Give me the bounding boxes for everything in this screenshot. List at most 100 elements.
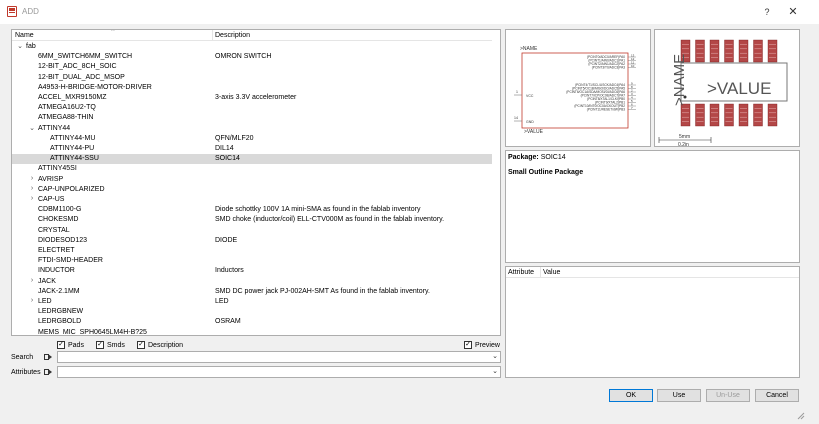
tree-row[interactable]: › JACK	[12, 277, 492, 287]
ok-button[interactable]: OK	[609, 389, 653, 402]
attribute-column-header[interactable]: Attribute	[508, 269, 534, 276]
tree-row[interactable]: ⌄ ATTINY44	[12, 124, 492, 134]
tree-header: Name ⌃ Description	[12, 30, 492, 41]
vcc-pin-number: 1	[516, 90, 518, 94]
help-button[interactable]: ?	[760, 5, 774, 19]
use-button[interactable]: Use	[657, 389, 701, 402]
symbol-pin-group: (PCINT0/ADC0/AREF)PA0 13(PCINT1/AIN0/ADC1…	[566, 54, 636, 112]
column-header-description[interactable]: Description	[215, 32, 250, 39]
unuse-button[interactable]: Un-Use	[706, 389, 750, 402]
tree-row-description: DIL14	[215, 145, 234, 152]
tree-row[interactable]: ELECTRET	[12, 246, 492, 256]
description-checkbox[interactable]: ✓	[137, 341, 145, 349]
package-drawing: >NAME >VALUE 5mm 0.2in	[658, 39, 788, 148]
tree-row-name: fab	[26, 43, 36, 50]
tree-row[interactable]: › CAP-UNPOLARIZED	[12, 185, 492, 195]
tree-row[interactable]: MEMS_MIC_SPH0645LM4H-B?25	[12, 328, 492, 335]
symbol-pin-label: (PCINT3/T0/ADC3)PA3	[592, 66, 625, 70]
header-divider	[212, 30, 213, 41]
expand-chevron-icon[interactable]: ›	[28, 277, 36, 284]
cancel-button[interactable]: Cancel	[755, 389, 799, 402]
package-pad	[695, 103, 705, 127]
tree-row[interactable]: › AVRISP	[12, 175, 492, 185]
tree-row[interactable]: › CAP-US	[12, 195, 492, 205]
tree-row[interactable]: DIODESOD123 DIODE	[12, 236, 492, 246]
column-header-name[interactable]: Name	[15, 32, 34, 39]
tree-row[interactable]: › LED LED	[12, 297, 492, 307]
library-tree[interactable]: Name ⌃ Description ⌄ fab 6MM_SWITCH6MM_SWI…	[11, 29, 501, 336]
tree-row-name: LEDRGBOLD	[38, 318, 82, 326]
close-button[interactable]: ✕	[785, 4, 801, 20]
package-pad	[709, 39, 720, 63]
tree-row[interactable]: JACK-2.1MM SMD DC power jack PJ-002AH-SMT…	[12, 287, 492, 297]
tree-row-description: QFN/MLF20	[215, 134, 254, 142]
tree-row[interactable]: ATTINY44-PU DIL14	[12, 144, 492, 154]
symbol-pin-label: (PCINT11/RESET/dW)PB3	[587, 108, 625, 112]
collapse-chevron-icon[interactable]: ⌄	[16, 42, 24, 50]
expand-chevron-icon[interactable]: ›	[28, 195, 36, 202]
tree-row[interactable]: LEDRGBOLD OSRAM	[12, 317, 492, 327]
search-go-icon[interactable]	[44, 353, 52, 361]
package-pad	[695, 39, 705, 63]
collapse-chevron-icon[interactable]: ⌄	[28, 124, 36, 132]
tree-row[interactable]: A4953-H-BRIDGE-MOTOR-DRIVER	[12, 83, 492, 93]
package-preview: >NAME >VALUE 5mm 0.2in	[654, 29, 800, 148]
tree-rows: ⌄ fab 6MM_SWITCH6MM_SWITCH OMRON SWITCH 12-B…	[12, 42, 492, 335]
preview-label: Preview	[475, 342, 500, 349]
tree-row-description: Diode schottky 100V 1A mini-SMA as found…	[215, 206, 421, 214]
attributes-go-icon[interactable]	[44, 368, 52, 376]
tree-row[interactable]: ATTINY45SI	[12, 164, 492, 174]
sort-chevron-icon: ⌃	[110, 29, 116, 36]
expand-chevron-icon[interactable]: ›	[28, 297, 36, 304]
vcc-pin-label: VCC	[526, 94, 534, 98]
package-label: Package:	[508, 154, 539, 161]
expand-chevron-icon[interactable]: ›	[28, 185, 36, 192]
smds-checkbox[interactable]: ✓	[96, 341, 104, 349]
value-column-header[interactable]: Value	[543, 269, 560, 276]
tree-row-name: ATMEGA88-THIN	[38, 114, 94, 122]
pads-label: Pads	[68, 342, 84, 349]
tree-row-name: CDBM1100-G	[38, 206, 82, 214]
package-pad	[724, 39, 734, 63]
tree-row-description: 3-axis 3.3V accelerometer	[215, 94, 297, 101]
tree-row[interactable]: 12-BIT_ADC_8CH_SOIC	[12, 62, 492, 72]
expand-chevron-icon[interactable]: ›	[28, 175, 36, 182]
attribute-table[interactable]: Attribute Value	[505, 266, 800, 378]
tree-row[interactable]: 6MM_SWITCH6MM_SWITCH OMRON SWITCH	[12, 52, 492, 62]
tree-row-name: ATTINY44-MU	[50, 134, 96, 142]
package-pad	[724, 103, 734, 127]
tree-row[interactable]: ACCEL_MXR9150MZ 3-axis 3.3V accelerometer	[12, 93, 492, 103]
attributes-dropdown-icon[interactable]: ⌄	[492, 367, 498, 375]
tree-row-name: AVRISP	[38, 175, 64, 183]
search-dropdown-icon[interactable]: ⌄	[492, 352, 498, 360]
tree-row-name: ELECTRET	[38, 247, 75, 254]
tree-row[interactable]: ATTINY44-SSU SOIC14	[12, 154, 492, 165]
tree-row[interactable]: ATMEGA88-THIN	[12, 113, 492, 123]
gnd-pin-number: 14	[514, 116, 518, 120]
tree-row-name: ATMEGA16U2-TQ	[38, 104, 96, 112]
tree-row-name: CAP-US	[38, 196, 65, 203]
tree-row[interactable]: FTDI-SMD-HEADER	[12, 256, 492, 266]
tree-row[interactable]: INDUCTOR Inductors	[12, 266, 492, 276]
search-input[interactable]: ⌄	[57, 351, 501, 363]
tree-row[interactable]: ⌄ fab	[12, 42, 492, 52]
preview-checkbox[interactable]: ✓	[464, 341, 472, 349]
symbol-name-label: >NAME	[520, 46, 538, 52]
tree-row-description: SOIC14	[215, 155, 240, 163]
attributes-input[interactable]: ⌄	[57, 366, 501, 378]
tree-row-name: 12-BIT_DUAL_ADC_MSOP	[38, 73, 125, 81]
tree-row-name: ATTINY45SI	[38, 165, 77, 173]
pads-checkbox[interactable]: ✓	[57, 341, 65, 349]
tree-row[interactable]: ATTINY44-MU QFN/MLF20	[12, 134, 492, 144]
package-pad	[767, 103, 778, 127]
tree-row[interactable]: CHOKESMD SMD choke (inductor/coil) ELL-CT…	[12, 215, 492, 225]
package-summary: Small Outline Package	[508, 169, 584, 176]
tree-row[interactable]: CDBM1100-G Diode schottky 100V 1A mini-SM…	[12, 205, 492, 215]
resize-grip-icon[interactable]	[795, 410, 805, 420]
tree-row[interactable]: CRYSTAL	[12, 226, 492, 236]
tree-row[interactable]: LEDRGBNEW	[12, 307, 492, 317]
tree-row[interactable]: ATMEGA16U2-TQ	[12, 103, 492, 113]
tree-row[interactable]: 12-BIT_DUAL_ADC_MSOP	[12, 73, 492, 83]
tree-row-name: LEDRGBNEW	[38, 308, 84, 316]
package-pad	[753, 39, 763, 63]
